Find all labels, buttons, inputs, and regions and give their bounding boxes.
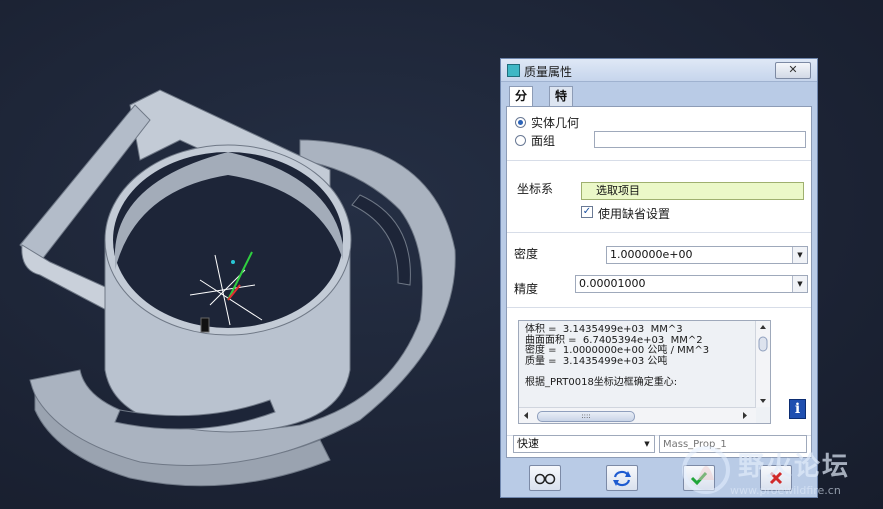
tab-feature[interactable]: 特征 bbox=[549, 86, 574, 121]
results-text: 体积 = 3.1435499e+03 MM^3 曲面面积 = 6.7405394… bbox=[525, 324, 710, 388]
results-horizontal-scrollbar[interactable]: :::: bbox=[519, 407, 756, 423]
mode-value: 快速 bbox=[517, 437, 539, 450]
accuracy-combo[interactable]: 0.00001000 ▼ bbox=[575, 275, 808, 293]
accuracy-label: 精度 bbox=[514, 282, 539, 296]
mass-properties-dialog: 质量属性 ✕ 分析 特征 实体几何 面组 坐标系 选取项目 ✓ 使用缺省设置 密… bbox=[500, 58, 818, 498]
solid-geometry-radio[interactable] bbox=[515, 117, 526, 128]
solid-geometry-label: 实体几何 bbox=[531, 116, 580, 130]
mode-combo[interactable]: 快速 ▼ bbox=[513, 435, 655, 453]
chevron-down-icon[interactable]: ▼ bbox=[792, 276, 807, 292]
dialog-app-icon bbox=[507, 64, 520, 77]
refresh-icon bbox=[613, 470, 631, 487]
quilt-radio[interactable] bbox=[515, 135, 526, 146]
density-label: 密度 bbox=[514, 247, 539, 261]
coord-system-label: 坐标系 bbox=[517, 182, 554, 196]
accuracy-value: 0.00001000 bbox=[579, 277, 646, 290]
tab-analysis[interactable]: 分析 bbox=[509, 86, 534, 121]
watermark-url: www.proewildfire.cn bbox=[730, 484, 841, 497]
density-value: 1.000000e+00 bbox=[610, 248, 693, 261]
chevron-down-icon[interactable]: ▼ bbox=[792, 247, 807, 263]
use-default-label: 使用缺省设置 bbox=[598, 207, 671, 221]
dialog-titlebar[interactable]: 质量属性 ✕ bbox=[501, 59, 817, 82]
separator bbox=[507, 160, 811, 161]
scroll-thumb[interactable]: :::: bbox=[537, 411, 635, 422]
chevron-down-icon[interactable]: ▼ bbox=[640, 436, 654, 452]
use-default-checkbox[interactable]: ✓ bbox=[581, 206, 593, 218]
quilt-input[interactable] bbox=[594, 131, 806, 148]
close-button[interactable]: ✕ bbox=[775, 62, 811, 79]
separator bbox=[507, 307, 811, 308]
watermark-title: 野火论坛 bbox=[738, 452, 851, 482]
quilt-label: 面组 bbox=[531, 134, 556, 148]
results-vertical-scrollbar[interactable] bbox=[755, 321, 770, 407]
analysis-panel: 实体几何 面组 坐标系 选取项目 ✓ 使用缺省设置 密度 1.000000e+0… bbox=[506, 106, 812, 458]
glasses-icon bbox=[534, 473, 556, 485]
coord-system-collector[interactable]: 选取项目 bbox=[581, 182, 804, 200]
forum-watermark: 野火论坛 www.proewildfire.cn bbox=[676, 440, 883, 509]
info-icon[interactable]: i bbox=[789, 399, 806, 419]
scroll-arrows-icon bbox=[758, 325, 768, 403]
separator bbox=[507, 232, 811, 233]
repeat-button[interactable] bbox=[606, 465, 638, 491]
density-combo[interactable]: 1.000000e+00 ▼ bbox=[606, 246, 808, 264]
dialog-title: 质量属性 bbox=[524, 65, 573, 79]
results-box[interactable]: 体积 = 3.1435499e+03 MM^3 曲面面积 = 6.7405394… bbox=[518, 320, 771, 424]
preview-button[interactable] bbox=[529, 465, 561, 491]
